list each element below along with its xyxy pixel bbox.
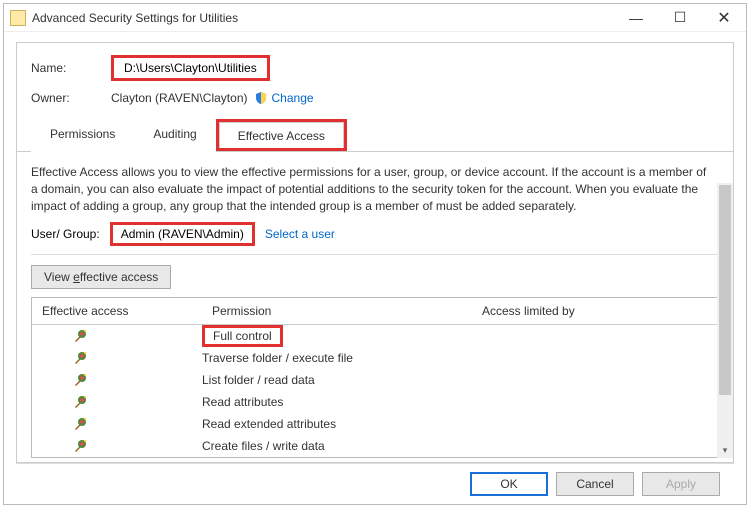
minimize-button[interactable]: — [614,4,658,32]
effective-access-description: Effective Access allows you to view the … [17,152,733,222]
permission-label: Read attributes [202,395,472,409]
effective-access-list: Effective access Permission Access limit… [31,297,719,458]
folder-icon [10,10,26,26]
scrollbar-down-icon[interactable]: ▾ [717,442,733,458]
user-group-value: Admin (RAVEN\Admin) [110,222,255,246]
tab-highlight: Effective Access [216,119,347,151]
permission-granted-icon [32,350,202,366]
col-effective-access[interactable]: Effective access [32,302,202,320]
content-panel: Name: D:\Users\Clayton\Utilities Owner: … [16,42,734,463]
window-title: Advanced Security Settings for Utilities [32,11,614,25]
close-button[interactable]: ✕ [702,4,746,32]
tab-auditing[interactable]: Auditing [134,120,215,152]
owner-label: Owner: [31,91,111,105]
list-item[interactable]: Traverse folder / execute file [32,347,718,369]
name-value: D:\Users\Clayton\Utilities [111,55,270,81]
cancel-button[interactable]: Cancel [556,472,634,496]
list-item[interactable]: Full control [32,325,718,347]
user-group-label: User/ Group: [31,227,100,241]
list-item[interactable]: Read attributes [32,391,718,413]
list-item[interactable]: List folder / read data [32,369,718,391]
tab-effective-access[interactable]: Effective Access [219,122,344,148]
view-effective-access-label: View effective access [44,270,158,284]
permission-label: Traverse folder / execute file [202,351,472,365]
view-effective-access-button[interactable]: View effective access [31,265,171,289]
maximize-button[interactable]: ☐ [658,4,702,32]
dialog-buttons: OK Cancel Apply [16,463,734,504]
change-owner-link[interactable]: Change [272,91,314,105]
permission-label: Create files / write data [202,439,472,453]
apply-button: Apply [642,472,720,496]
permission-label: Read extended attributes [202,417,472,431]
security-settings-window: Advanced Security Settings for Utilities… [3,3,747,505]
titlebar: Advanced Security Settings for Utilities… [4,4,746,32]
permission-granted-icon [32,394,202,410]
permission-granted-icon [32,328,202,344]
col-access-limited-by[interactable]: Access limited by [472,302,718,320]
permission-label: List folder / read data [202,373,472,387]
tab-permissions[interactable]: Permissions [31,120,134,152]
ok-button[interactable]: OK [470,472,548,496]
tabs: Permissions Auditing Effective Access [17,119,733,152]
col-permission[interactable]: Permission [202,302,472,320]
owner-value: Clayton (RAVEN\Clayton) [111,91,248,105]
permission-granted-icon [32,438,202,454]
scrollbar-thumb[interactable] [719,185,731,395]
permission-granted-icon [32,416,202,432]
permission-granted-icon [32,372,202,388]
list-item[interactable]: Create files / write data [32,435,718,457]
name-label: Name: [31,61,111,75]
list-item[interactable]: Read extended attributes [32,413,718,435]
select-user-link[interactable]: Select a user [265,227,335,241]
shield-icon [254,91,268,105]
scrollbar[interactable]: ▾ [717,183,733,458]
permission-label: Full control [202,325,472,347]
